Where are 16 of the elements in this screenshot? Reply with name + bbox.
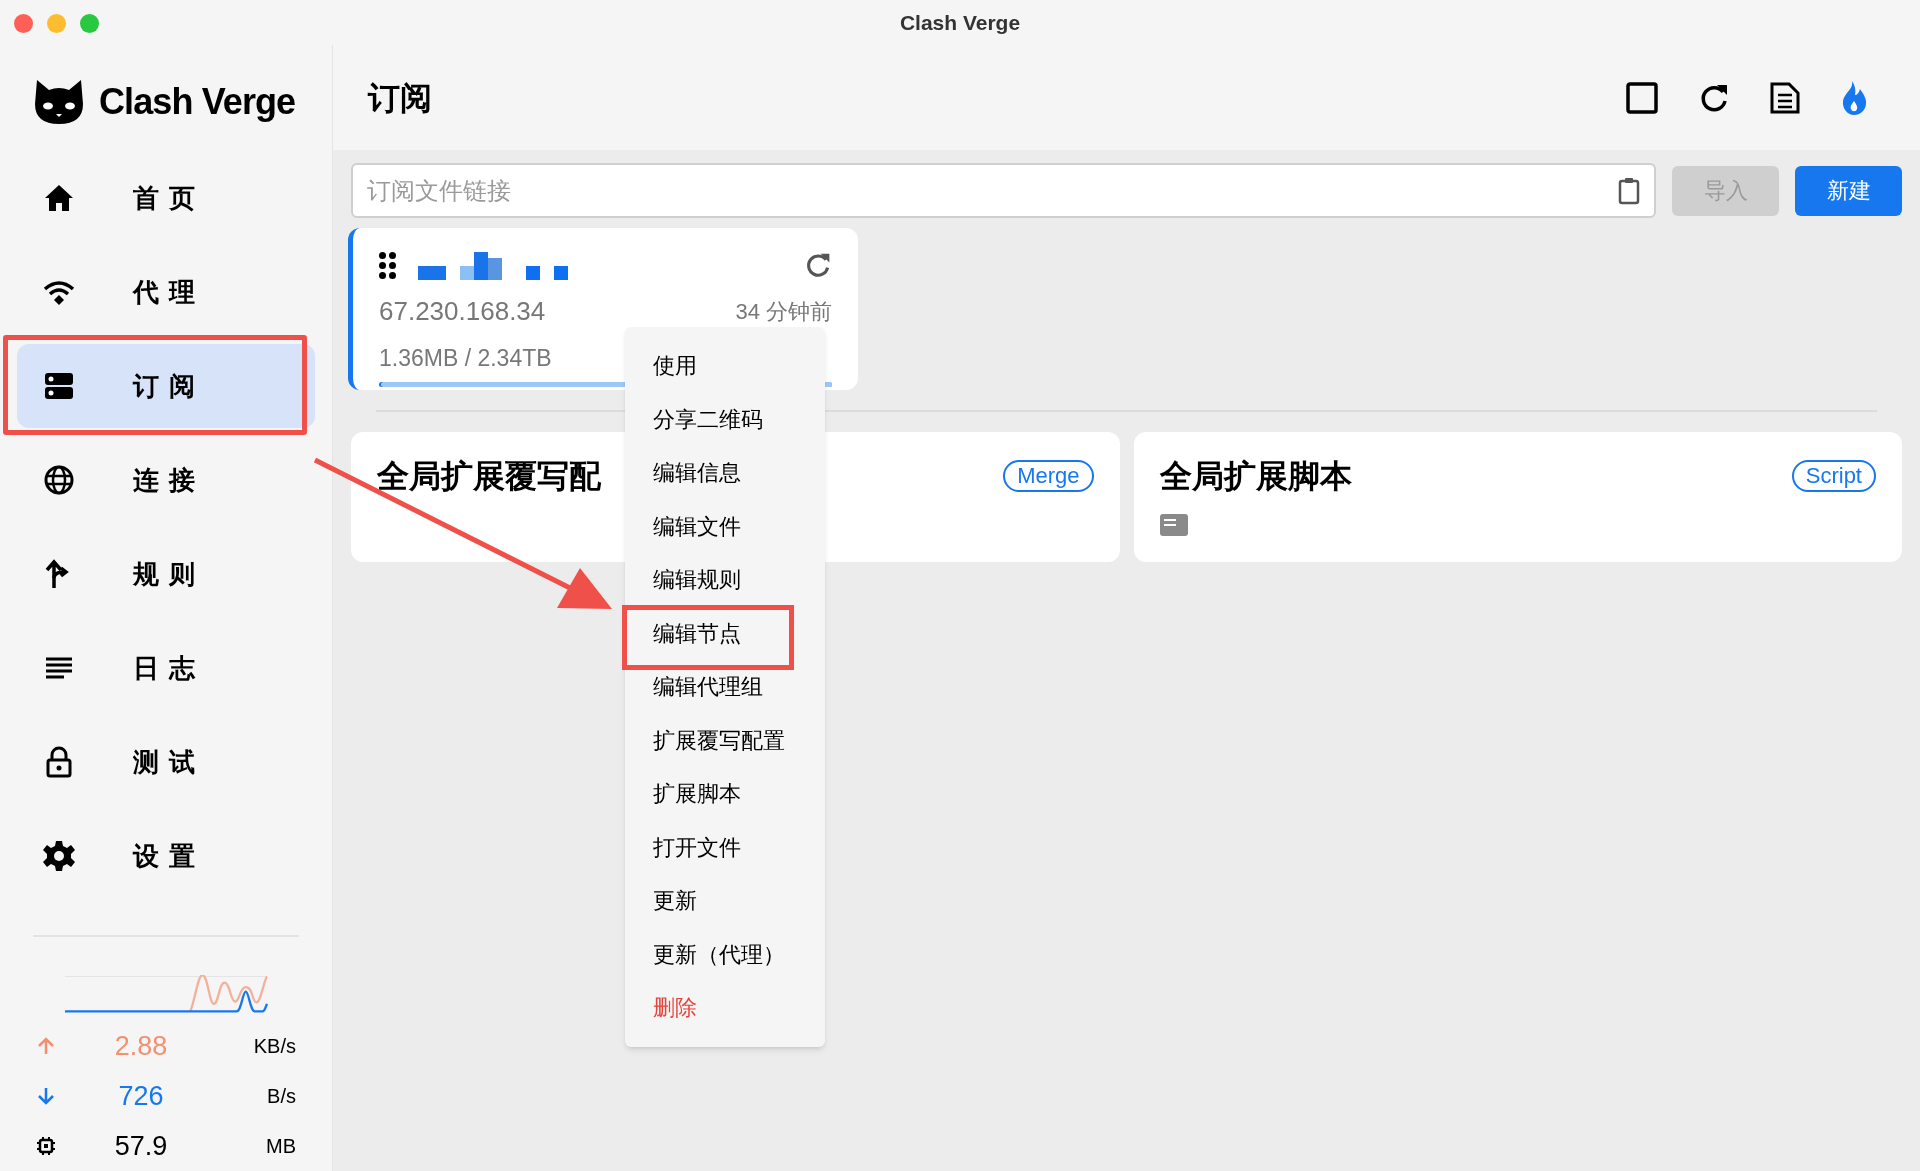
updated-time: 34 分钟前: [735, 298, 832, 326]
traffic-unit: KB/s: [252, 1034, 296, 1059]
card-title: 全局扩展覆写配: [377, 457, 601, 496]
traffic-unit: MB: [265, 1134, 296, 1159]
type-tag: Script: [1791, 460, 1876, 492]
traffic-value: 57.9: [114, 1129, 168, 1163]
card-title: 全局扩展脚本: [1159, 457, 1352, 496]
usage-text: 1.36MB / 2.34TB: [379, 344, 552, 373]
traffic-value: 2.88: [114, 1029, 168, 1063]
type-tag: Merge: [1003, 460, 1094, 492]
window-title: Clash Verge: [899, 9, 1021, 36]
traffic-value: 726: [118, 1079, 164, 1113]
page-title: 订阅: [368, 78, 432, 118]
traffic-unit: B/s: [266, 1084, 296, 1109]
app-name: Clash Verge: [99, 80, 296, 124]
host-address: 67.230.168.34: [379, 295, 546, 328]
